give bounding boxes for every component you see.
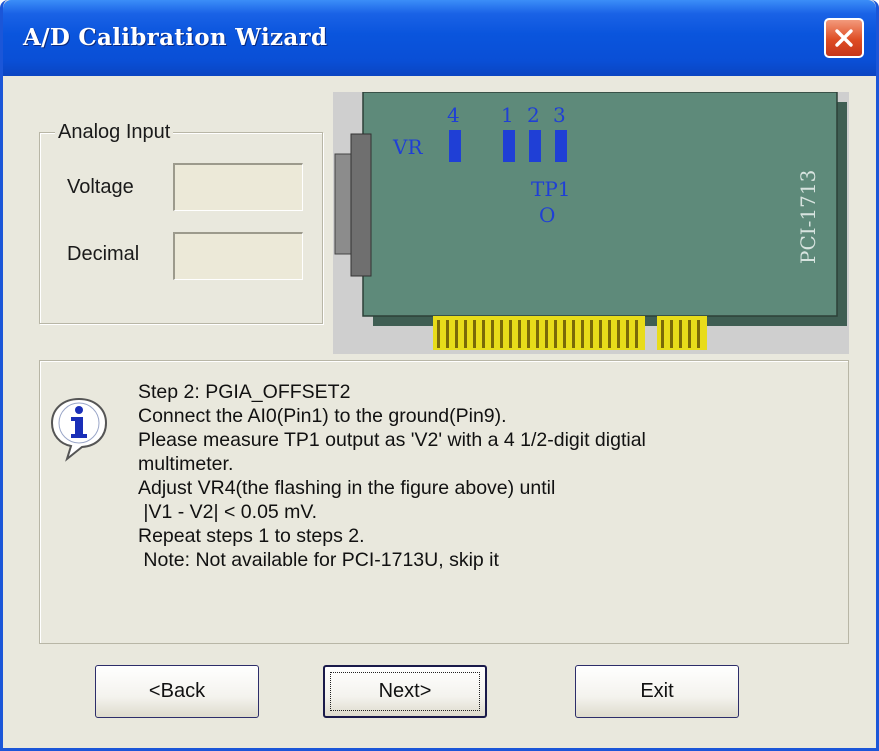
tp1-marker: O: [539, 203, 555, 227]
title-bar: A/D Calibration Wizard: [3, 0, 876, 76]
window-title: A/D Calibration Wizard: [23, 24, 328, 51]
pci-board-illustration: 4 1 2 3 VR TP1 O PCI-1713: [334, 91, 847, 350]
board-model-label: PCI-1713: [796, 170, 820, 264]
focus-rect: [330, 672, 480, 711]
decimal-field: [173, 232, 303, 280]
back-button-label: <Back: [148, 680, 206, 702]
back-button[interactable]: <Back: [95, 665, 259, 718]
exit-button-label: Exit: [640, 680, 674, 702]
close-button[interactable]: [824, 18, 864, 58]
voltage-field: [173, 163, 303, 211]
pin-label-4: 4: [447, 103, 460, 127]
pin-label-3: 3: [553, 103, 566, 127]
voltage-label: Voltage: [67, 176, 134, 198]
calibration-wizard-window: A/D Calibration Wizard Analog Input Volt…: [0, 0, 879, 751]
decimal-label: Decimal: [67, 243, 140, 265]
pin-label-2: 2: [527, 103, 540, 127]
vr4-pin: [449, 130, 461, 162]
next-button[interactable]: Next>: [323, 665, 487, 718]
info-icon: [50, 397, 108, 462]
analog-input-group: [39, 132, 323, 324]
exit-button[interactable]: Exit: [575, 665, 739, 718]
tp1-label: TP1: [531, 177, 571, 201]
instruction-text: Step 2: PGIA_OFFSET2 Connect the AI0(Pin…: [138, 381, 646, 571]
pin-2: [529, 130, 541, 162]
board-figure: 4 1 2 3 VR TP1 O PCI-1713: [333, 91, 849, 354]
edge-connector: [433, 316, 707, 350]
pin-3: [555, 130, 567, 162]
pin-label-1: 1: [501, 103, 514, 127]
pin-1: [503, 130, 515, 162]
vr-label: VR: [392, 135, 423, 159]
analog-input-group-label: Analog Input: [55, 121, 174, 144]
close-icon: [835, 29, 853, 47]
